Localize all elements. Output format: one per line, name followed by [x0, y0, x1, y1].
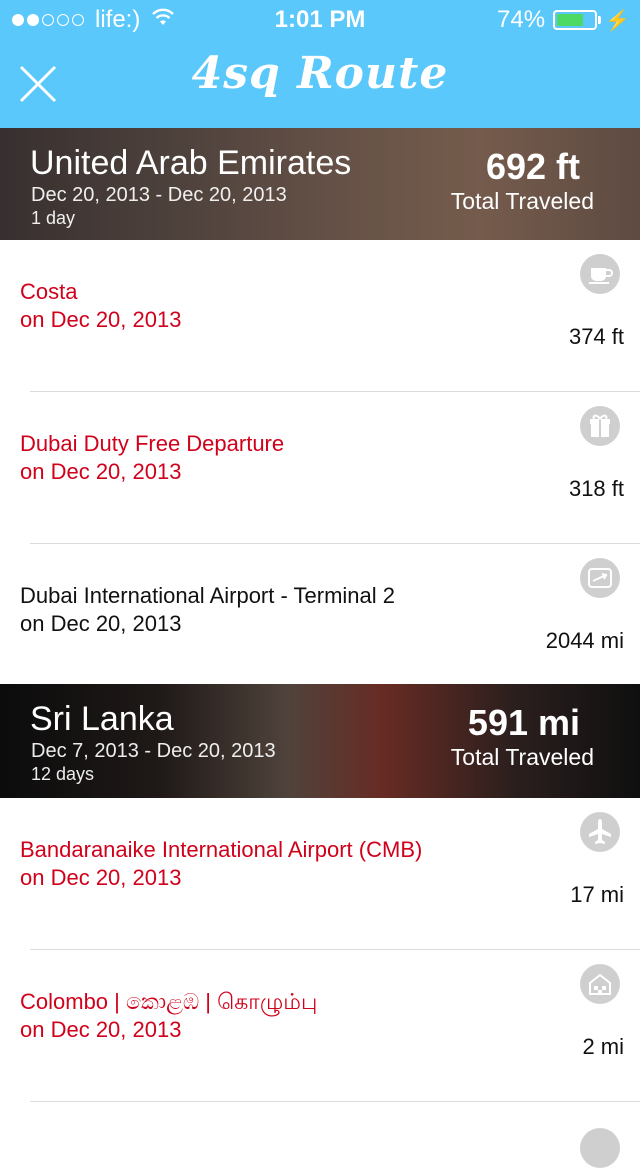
checkin-date: on Dec 20, 2013 — [20, 1017, 182, 1042]
venue-info: Bandaranaike International Airport (CMB)… — [20, 836, 422, 892]
battery-status: 74% ⚡ — [497, 6, 630, 34]
venue-name: Dubai International Airport - Terminal 2 — [20, 583, 396, 608]
segment-distance: 17 mi — [570, 882, 624, 907]
venue-name: Dubai Duty Free Departure — [20, 431, 285, 456]
venue-name: Colombo | කොළඹ | கொழும்பு — [20, 989, 318, 1014]
terminal-icon — [580, 558, 620, 598]
trip-duration: 1 day — [31, 208, 76, 228]
category-icon — [580, 1128, 620, 1168]
checkin-row[interactable]: Bandaranaike International Airport (CMB)… — [0, 798, 640, 950]
venue-info: Costa on Dec 20, 2013 — [20, 278, 181, 334]
city-icon — [580, 964, 620, 1004]
venue-name: Bandaranaike International Airport (CMB) — [20, 837, 423, 862]
venue-info: Dubai Duty Free Departure on Dec 20, 201… — [20, 430, 284, 486]
trip-duration: 12 days — [31, 764, 95, 784]
segment-distance: 318 ft — [568, 476, 624, 501]
total-distance: 591 mi — [467, 702, 580, 743]
checkin-row[interactable]: Dubai Duty Free Departure on Dec 20, 201… — [0, 392, 640, 544]
segment-distance: 374 ft — [568, 324, 624, 349]
checkin-date: on Dec 20, 2013 — [20, 307, 182, 332]
airplane-icon — [580, 812, 620, 852]
date-range: Dec 20, 2013 - Dec 20, 2013 — [31, 184, 287, 206]
battery-percent: 74% — [497, 6, 546, 33]
venue-name: Costa — [20, 279, 78, 304]
checkin-date: on Dec 20, 2013 — [20, 611, 182, 636]
status-bar: life:) 1:01 PM 74% ⚡ — [0, 0, 640, 40]
venue-info: Colombo | කොළඹ | கொழும்பு on Dec 20, 201… — [20, 988, 317, 1044]
row-divider — [30, 1101, 640, 1102]
battery-fill — [557, 14, 583, 26]
segment-distance: 2044 mi — [545, 628, 624, 653]
section-header-uae[interactable]: United Arab Emirates Dec 20, 2013 - Dec … — [0, 128, 640, 240]
coffee-icon — [580, 254, 620, 294]
total-label: Total Traveled — [450, 188, 594, 214]
battery-tip — [598, 16, 602, 24]
section-header-sri-lanka[interactable]: Sri Lanka Dec 7, 2013 - Dec 20, 2013 12 … — [0, 684, 640, 798]
checkin-date: on Dec 20, 2013 — [20, 865, 182, 890]
battery-icon — [553, 10, 598, 30]
app-title: 4sq Route — [191, 48, 449, 99]
total-label: Total Traveled — [450, 744, 594, 770]
checkin-row[interactable]: Costa on Dec 20, 2013 374 ft — [0, 240, 640, 392]
checkin-row[interactable]: Dubai International Airport - Terminal 2… — [0, 544, 640, 684]
charging-bolt-icon: ⚡ — [605, 9, 630, 32]
total-distance: 692 ft — [485, 146, 580, 187]
country-name: United Arab Emirates — [30, 144, 352, 182]
country-name: Sri Lanka — [30, 700, 174, 738]
segment-distance: 2 mi — [582, 1034, 624, 1059]
gift-icon — [580, 406, 620, 446]
top-bar: life:) 1:01 PM 74% ⚡ 4sq Route — [0, 0, 640, 128]
date-range: Dec 7, 2013 - Dec 20, 2013 — [31, 740, 276, 762]
checkin-date: on Dec 20, 2013 — [20, 459, 182, 484]
checkin-row[interactable]: Colombo | කොළඹ | கொழும்பு on Dec 20, 201… — [0, 950, 640, 1102]
venue-info: Dubai International Airport - Terminal 2… — [20, 582, 395, 638]
